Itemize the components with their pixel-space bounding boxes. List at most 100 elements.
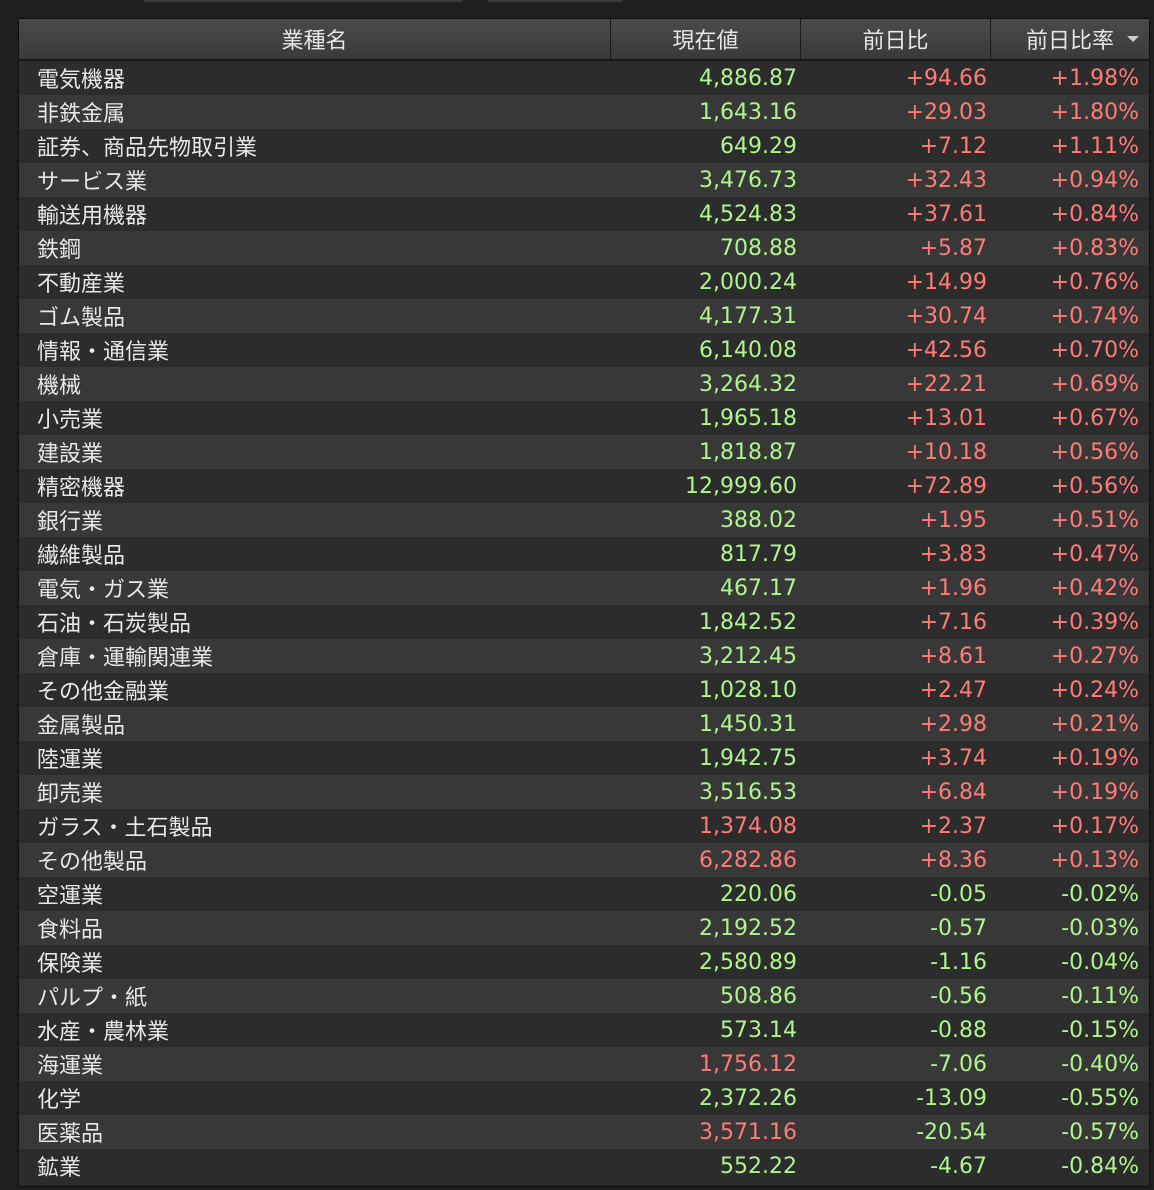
change-percent: +0.27% — [1050, 643, 1139, 669]
change-percent: -0.04% — [1061, 949, 1139, 975]
table-row[interactable]: 石油・石炭製品 1,842.52 +7.16 +0.39% — [19, 605, 1149, 639]
sector-name: その他金融業 — [37, 680, 170, 705]
change-percent: +0.19% — [1050, 779, 1139, 805]
current-value: 3,264.32 — [699, 371, 797, 397]
sector-name: 証券、商品先物取引業 — [37, 136, 258, 161]
header-change-percent[interactable]: 前日比率 — [991, 19, 1149, 59]
sort-desc-icon[interactable] — [1127, 36, 1139, 42]
change-value: +37.61 — [905, 201, 987, 227]
sector-name: 不動産業 — [37, 272, 126, 297]
change-percent: +0.76% — [1050, 269, 1139, 295]
change-value: -1.16 — [930, 949, 987, 975]
change-percent: +0.94% — [1050, 167, 1139, 193]
table-row[interactable]: サービス業 3,476.73 +32.43 +0.94% — [19, 163, 1149, 197]
table-row[interactable]: 倉庫・運輸関連業 3,212.45 +8.61 +0.27% — [19, 639, 1149, 673]
table-row[interactable]: 情報・通信業 6,140.08 +42.56 +0.70% — [19, 333, 1149, 367]
change-value: +2.98 — [919, 711, 987, 737]
change-percent: -0.15% — [1061, 1017, 1139, 1043]
table-row[interactable]: 陸運業 1,942.75 +3.74 +0.19% — [19, 741, 1149, 775]
table-row[interactable]: 建設業 1,818.87 +10.18 +0.56% — [19, 435, 1149, 469]
current-value: 1,643.16 — [699, 99, 797, 125]
change-percent: -0.84% — [1061, 1153, 1139, 1179]
header-sector-name[interactable]: 業種名 — [19, 19, 611, 59]
sector-name: 機械 — [37, 374, 82, 399]
sector-name: ガラス・土石製品 — [37, 816, 213, 841]
table-row[interactable]: ガラス・土石製品 1,374.08 +2.37 +0.17% — [19, 809, 1149, 843]
top-toolbar — [0, 0, 1154, 18]
change-percent: +0.67% — [1050, 405, 1139, 431]
change-value: -0.05 — [930, 881, 987, 907]
current-value: 708.88 — [720, 235, 797, 261]
table-row[interactable]: 繊維製品 817.79 +3.83 +0.47% — [19, 537, 1149, 571]
change-value: -7.06 — [930, 1051, 987, 1077]
table-row[interactable]: 医薬品 3,571.16 -20.54 -0.57% — [19, 1115, 1149, 1149]
sector-name: パルプ・紙 — [37, 986, 148, 1011]
table-row[interactable]: 電気・ガス業 467.17 +1.96 +0.42% — [19, 571, 1149, 605]
change-percent: +0.47% — [1050, 541, 1139, 567]
table-row[interactable]: 鉄鋼 708.88 +5.87 +0.83% — [19, 231, 1149, 265]
table-row[interactable]: 鉱業 552.22 -4.67 -0.84% — [19, 1149, 1149, 1183]
table-row[interactable]: 海運業 1,756.12 -7.06 -0.40% — [19, 1047, 1149, 1081]
change-percent: +1.11% — [1050, 133, 1139, 159]
sector-name: 化学 — [37, 1088, 82, 1113]
change-value: +2.47 — [919, 677, 987, 703]
sector-name: 鉱業 — [37, 1156, 82, 1181]
change-percent: +0.74% — [1050, 303, 1139, 329]
table-row[interactable]: 保険業 2,580.89 -1.16 -0.04% — [19, 945, 1149, 979]
change-percent: +0.21% — [1050, 711, 1139, 737]
change-percent: +0.17% — [1050, 813, 1139, 839]
change-value: +10.18 — [905, 439, 987, 465]
change-value: +29.03 — [905, 99, 987, 125]
change-percent: +1.80% — [1050, 99, 1139, 125]
table-row[interactable]: 不動産業 2,000.24 +14.99 +0.76% — [19, 265, 1149, 299]
sector-name: ゴム製品 — [37, 306, 126, 331]
change-percent: +0.39% — [1050, 609, 1139, 635]
table-row[interactable]: その他金融業 1,028.10 +2.47 +0.24% — [19, 673, 1149, 707]
table-row[interactable]: 銀行業 388.02 +1.95 +0.51% — [19, 503, 1149, 537]
change-percent: -0.40% — [1061, 1051, 1139, 1077]
toolbar-button-left[interactable] — [142, 0, 464, 3]
table-row[interactable]: 水産・農林業 573.14 -0.88 -0.15% — [19, 1013, 1149, 1047]
table-row[interactable]: 化学 2,372.26 -13.09 -0.55% — [19, 1081, 1149, 1115]
table-row[interactable]: 卸売業 3,516.53 +6.84 +0.19% — [19, 775, 1149, 809]
change-percent: +1.98% — [1050, 65, 1139, 91]
change-value: -0.57 — [930, 915, 987, 941]
current-value: 1,028.10 — [699, 677, 797, 703]
change-value: +32.43 — [905, 167, 987, 193]
table-row[interactable]: パルプ・紙 508.86 -0.56 -0.11% — [19, 979, 1149, 1013]
toolbar-button-right[interactable] — [486, 0, 624, 3]
current-value: 3,571.16 — [699, 1119, 797, 1145]
change-value: +8.36 — [919, 847, 987, 873]
sector-name: 金属製品 — [37, 714, 126, 739]
table-row[interactable]: 電気機器 4,886.87 +94.66 +1.98% — [19, 61, 1149, 95]
change-percent: +0.19% — [1050, 745, 1139, 771]
current-value: 220.06 — [720, 881, 797, 907]
change-value: +5.87 — [919, 235, 987, 261]
change-percent: +0.13% — [1050, 847, 1139, 873]
table-row[interactable]: ゴム製品 4,177.31 +30.74 +0.74% — [19, 299, 1149, 333]
table-row[interactable]: 小売業 1,965.18 +13.01 +0.67% — [19, 401, 1149, 435]
current-value: 2,192.52 — [699, 915, 797, 941]
change-value: -4.67 — [930, 1153, 987, 1179]
header-current-value[interactable]: 現在値 — [611, 19, 801, 59]
sector-name: 保険業 — [37, 952, 104, 977]
table-row[interactable]: 精密機器 12,999.60 +72.89 +0.56% — [19, 469, 1149, 503]
change-percent: -0.02% — [1061, 881, 1139, 907]
table-row[interactable]: 機械 3,264.32 +22.21 +0.69% — [19, 367, 1149, 401]
table-row[interactable]: 食料品 2,192.52 -0.57 -0.03% — [19, 911, 1149, 945]
change-value: +30.74 — [905, 303, 987, 329]
table-row[interactable]: 輸送用機器 4,524.83 +37.61 +0.84% — [19, 197, 1149, 231]
table-row[interactable]: その他製品 6,282.86 +8.36 +0.13% — [19, 843, 1149, 877]
change-percent: -0.55% — [1061, 1085, 1139, 1111]
table-row[interactable]: 証券、商品先物取引業 649.29 +7.12 +1.11% — [19, 129, 1149, 163]
current-value: 817.79 — [720, 541, 797, 567]
change-value: -0.88 — [930, 1017, 987, 1043]
sector-name: 卸売業 — [37, 782, 104, 807]
table-row[interactable]: 空運業 220.06 -0.05 -0.02% — [19, 877, 1149, 911]
change-value: +22.21 — [905, 371, 987, 397]
change-value: +13.01 — [905, 405, 987, 431]
header-change[interactable]: 前日比 — [801, 19, 991, 59]
sector-name: 食料品 — [37, 918, 104, 943]
table-row[interactable]: 非鉄金属 1,643.16 +29.03 +1.80% — [19, 95, 1149, 129]
table-row[interactable]: 金属製品 1,450.31 +2.98 +0.21% — [19, 707, 1149, 741]
